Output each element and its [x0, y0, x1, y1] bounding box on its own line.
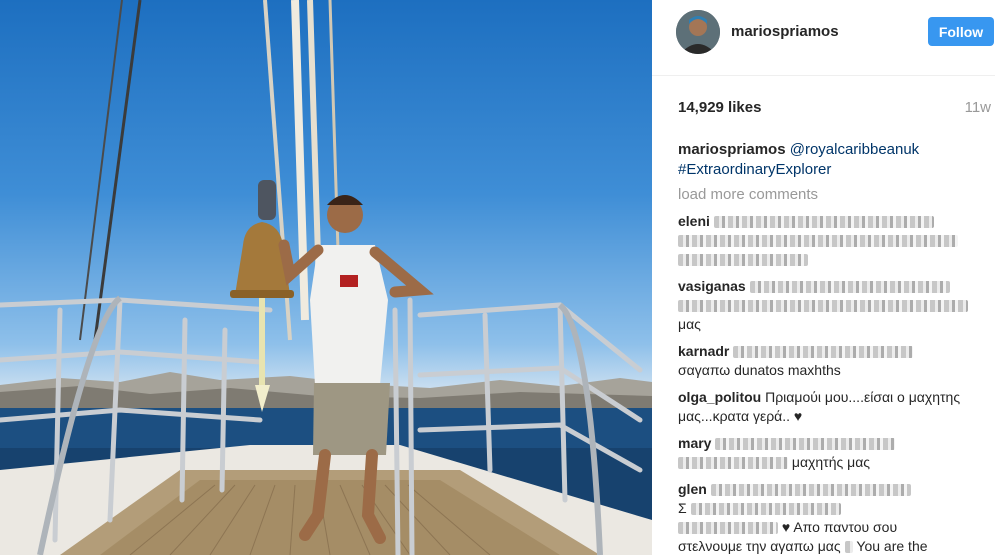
- comment-username[interactable]: glen: [678, 481, 707, 497]
- follow-button[interactable]: Follow: [928, 17, 994, 46]
- post-caption: mariospriamos @royalcaribbeanuk #Extraor…: [678, 140, 978, 180]
- photo-scene: [0, 0, 652, 555]
- comment-text: dunatos maxhths: [734, 362, 841, 378]
- obscured-text: [678, 254, 808, 267]
- comment-item: glen Σ ♥ Απο παντου σου στελνουμε την αγ…: [678, 480, 990, 555]
- obscured-text: [678, 522, 778, 535]
- comment-list: eleni vasiganas μας karnadr σαγαπω dunat…: [678, 212, 990, 555]
- comment-item: vasiganas μας: [678, 277, 990, 334]
- comment-item: eleni: [678, 212, 990, 269]
- obscured-text: [733, 346, 914, 359]
- comment-item: karnadr σαγαπω dunatos maxhths: [678, 342, 990, 380]
- load-more-comments[interactable]: load more comments: [678, 186, 818, 203]
- avatar-icon: [676, 10, 720, 54]
- comment-text: σαγαπω: [678, 362, 731, 378]
- comment-text: Απο παντου σου: [793, 519, 898, 535]
- comment-text: στελνουμε την αγαπω μας: [678, 538, 841, 554]
- obscured-text: [690, 503, 841, 516]
- caption-username[interactable]: mariospriamos: [678, 141, 786, 158]
- obscured-text: [715, 438, 896, 451]
- obscured-text: [710, 484, 911, 497]
- comment-username[interactable]: vasiganas: [678, 278, 746, 294]
- comment-username[interactable]: karnadr: [678, 343, 729, 359]
- comment-item: mary μαχητής μας: [678, 434, 990, 472]
- heart-icon: ♥: [781, 519, 791, 535]
- obscured-text: [678, 300, 968, 313]
- comment-username[interactable]: eleni: [678, 213, 710, 229]
- comment-text: μας: [678, 316, 701, 332]
- comment-text: μαχητής μας: [791, 454, 871, 470]
- comment-item: olga_politou Πριαμούι μου....είσαι ο μαχ…: [678, 388, 990, 426]
- post-photo[interactable]: [0, 0, 652, 555]
- likes-count[interactable]: 14,929 likes: [678, 99, 761, 116]
- obscured-text: [844, 541, 853, 554]
- profile-avatar[interactable]: [676, 10, 720, 54]
- post-header: mariospriamos Follow: [652, 0, 995, 76]
- comment-username[interactable]: mary: [678, 435, 711, 451]
- comment-text: Σ: [678, 500, 687, 516]
- caption-mention[interactable]: @royalcaribbeanuk: [790, 141, 919, 158]
- username-link[interactable]: mariospriamos: [731, 23, 839, 40]
- post-sidebar: mariospriamos Follow 14,929 likes 11w ma…: [652, 0, 995, 555]
- post-time[interactable]: 11w: [965, 99, 991, 116]
- obscured-text: [713, 216, 934, 229]
- obscured-text: [678, 457, 788, 470]
- obscured-text: [749, 281, 950, 294]
- heart-icon: ♥: [793, 408, 803, 424]
- obscured-text: [678, 235, 958, 248]
- comment-text: You are the: [856, 538, 928, 554]
- comment-username[interactable]: olga_politou: [678, 389, 761, 405]
- caption-hashtag[interactable]: #ExtraordinaryExplorer: [678, 161, 831, 178]
